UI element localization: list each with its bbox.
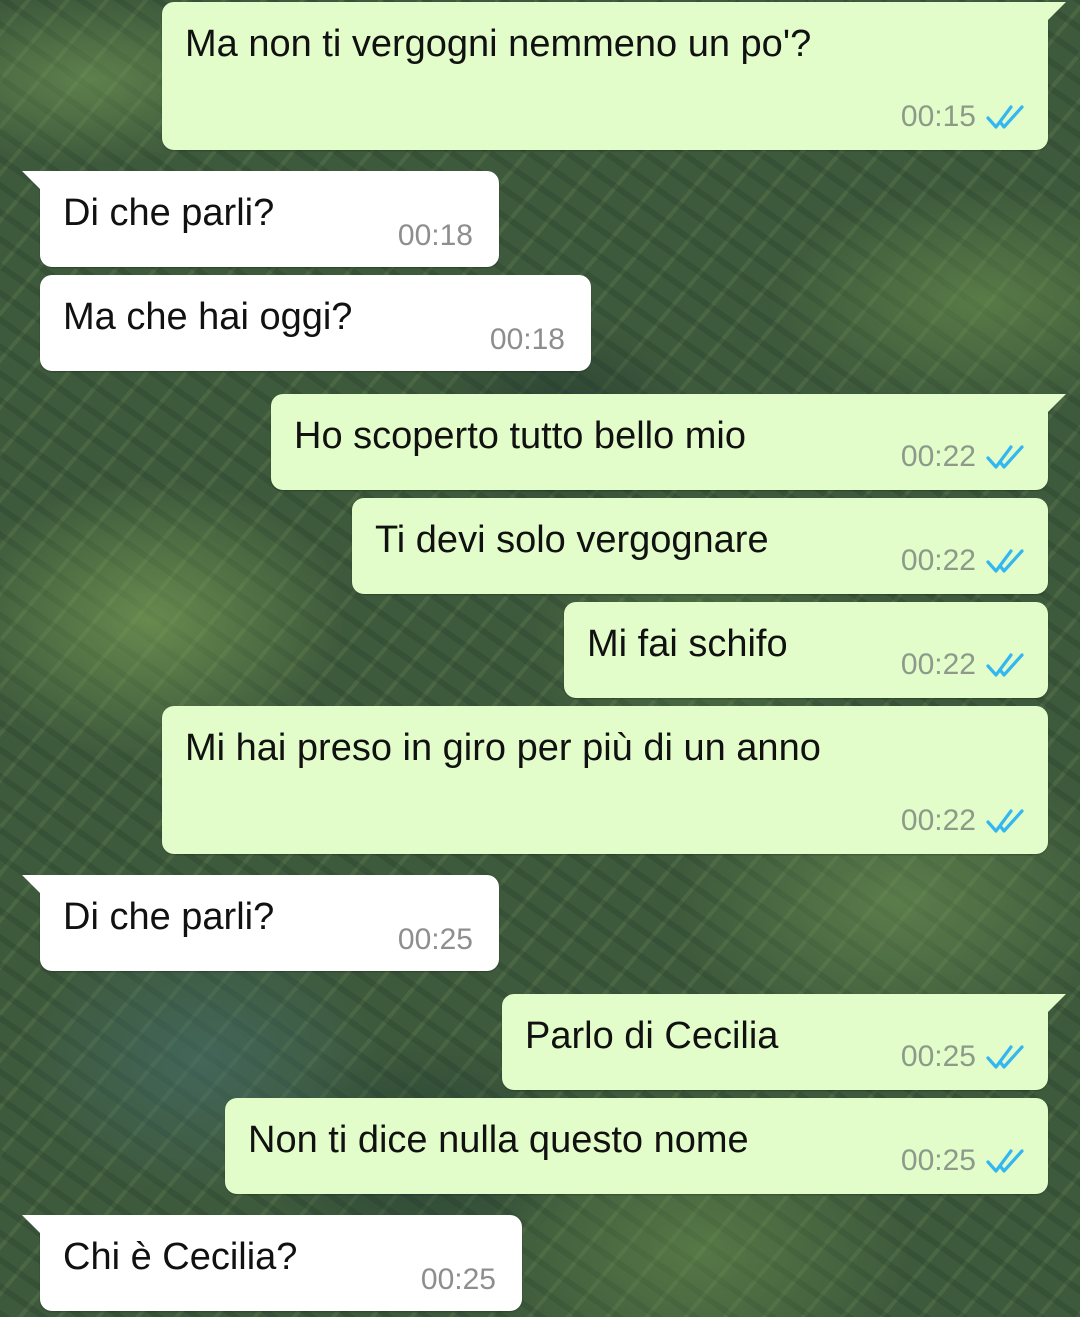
message-meta: 00:25: [398, 923, 473, 957]
message-time: 00:22: [900, 804, 976, 837]
message-text: Ho scoperto tutto bello mio: [294, 415, 747, 457]
message-bubble-outgoing[interactable]: Mi hai preso in giro per più di un anno …: [162, 706, 1048, 854]
message-meta: 00:25: [421, 1263, 496, 1297]
message-bubble-outgoing[interactable]: Non ti dice nulla questo nome 00:25: [225, 1098, 1048, 1194]
message-text: Ma che hai oggi?: [63, 296, 353, 338]
message-bubble-outgoing[interactable]: Ho scoperto tutto bello mio 00:22: [271, 394, 1066, 490]
message-meta: 00:22: [901, 804, 1026, 838]
message-text: Mi hai preso in giro per più di un anno: [185, 727, 821, 769]
message-meta: 00:18: [490, 323, 565, 357]
message-text: Mi fai schifo: [587, 623, 788, 665]
message-time: 00:18: [397, 219, 473, 252]
message-bubble-outgoing[interactable]: Parlo di Cecilia 00:25: [502, 994, 1066, 1090]
double-check-read-icon: [986, 809, 1024, 833]
double-check-read-icon: [986, 105, 1024, 129]
message-text: Ti devi solo vergognare: [375, 519, 769, 561]
message-time: 00:25: [900, 1040, 976, 1073]
double-check-read-icon: [986, 1149, 1024, 1173]
message-text: Chi è Cecilia?: [63, 1236, 298, 1278]
message-time: 00:22: [900, 544, 976, 577]
double-check-read-icon: [986, 445, 1024, 469]
message-bubble-outgoing[interactable]: Mi fai schifo 00:22: [564, 602, 1048, 698]
message-time: 00:25: [397, 923, 473, 956]
message-time: 00:18: [489, 323, 565, 356]
message-bubble-incoming[interactable]: Di che parli? 00:25: [22, 875, 499, 971]
message-time: 00:25: [420, 1263, 496, 1296]
message-time: 00:22: [900, 440, 976, 473]
message-text: Ma non ti vergogni nemmeno un po'?: [185, 23, 812, 65]
double-check-read-icon: [986, 653, 1024, 677]
message-meta: 00:25: [901, 1040, 1026, 1074]
message-text: Di che parli?: [63, 896, 275, 938]
message-bubble-outgoing[interactable]: Ti devi solo vergognare 00:22: [352, 498, 1048, 594]
message-text: Non ti dice nulla questo nome: [248, 1119, 749, 1161]
message-meta: 00:15: [901, 100, 1026, 134]
message-text: Di che parli?: [63, 192, 275, 234]
message-meta: 00:22: [901, 544, 1026, 578]
message-text: Parlo di Cecilia: [525, 1015, 779, 1057]
message-bubble-incoming[interactable]: Di che parli? 00:18: [22, 171, 499, 267]
message-meta: 00:22: [901, 440, 1026, 474]
message-meta: 00:22: [901, 648, 1026, 682]
message-time: 00:15: [900, 100, 976, 133]
double-check-read-icon: [986, 1045, 1024, 1069]
message-time: 00:25: [900, 1144, 976, 1177]
chat-screen: { "colors": { "outgoing_bubble": "#e2fdc…: [0, 0, 1080, 1317]
message-time: 00:22: [900, 648, 976, 681]
message-meta: 00:18: [398, 219, 473, 253]
message-meta: 00:25: [901, 1144, 1026, 1178]
double-check-read-icon: [986, 549, 1024, 573]
message-bubble-outgoing[interactable]: Ma non ti vergogni nemmeno un po'? 00:15: [162, 2, 1066, 150]
message-bubble-incoming[interactable]: Ma che hai oggi? 00:18: [40, 275, 591, 371]
message-bubble-incoming[interactable]: Chi è Cecilia? 00:25: [22, 1215, 522, 1311]
